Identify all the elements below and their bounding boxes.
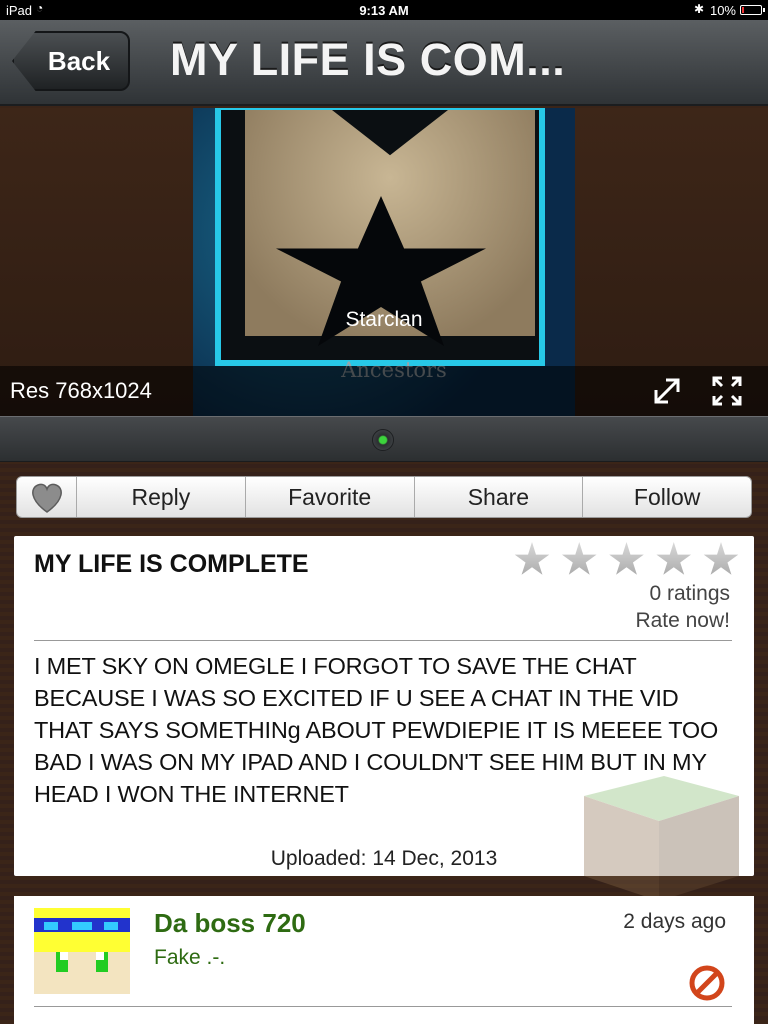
divider [34,640,732,641]
favorite-button[interactable]: Favorite [246,477,415,517]
comment-author[interactable]: Da boss 720 [154,908,306,939]
resolution-label: Res 768x1024 [10,378,152,403]
battery-percent: 10% [709,3,736,18]
nav-bar: Back MY LIFE IS COM... [0,20,768,106]
heart-icon [31,483,62,513]
follow-button[interactable]: Follow [583,477,751,517]
comment-timestamp: 2 days ago [623,910,726,933]
divider [34,1006,732,1007]
star-icon[interactable] [703,542,739,575]
image-info-bar: Res 768x1024 [0,366,768,416]
post-card: MY LIFE IS COMPLETE 0 ratings Rate now! … [14,536,754,901]
upload-date: Uploaded: 14 Dec, 2013 [270,847,498,870]
rate-now-link[interactable]: Rate now! [635,609,730,633]
status-bar: iPad ◔ 9:13 AM ✱ 10% [0,0,768,20]
pager-strip [0,416,768,462]
expand-icon[interactable] [650,374,684,408]
rating-stars[interactable] [514,542,739,582]
star-icon[interactable] [514,542,550,575]
grass-block-watermark [584,776,739,901]
post-title: MY LIFE IS COMPLETE [34,550,309,578]
like-button[interactable] [17,477,77,517]
comment-item: Da boss 720 Fake .-. 2 days ago [14,896,754,1024]
star-icon[interactable] [561,542,597,575]
page-title: MY LIFE IS COM... [170,34,566,85]
star-icon[interactable] [609,542,644,575]
action-bar: Reply Favorite Share Follow [16,476,752,518]
clock: 9:13 AM [359,3,409,18]
battery-icon [740,5,765,15]
reply-button[interactable]: Reply [77,477,246,517]
avatar[interactable] [34,908,130,994]
share-button[interactable]: Share [415,477,584,517]
star-icon[interactable] [656,542,692,575]
image-viewer[interactable]: Starclan Ancestors Res 768x1024 [0,108,768,416]
back-button[interactable]: Back [12,31,130,91]
artwork-caption: Starclan [345,308,423,331]
comment-text: Fake .-. [154,946,226,969]
report-icon[interactable] [688,964,726,1002]
page-indicator-dot[interactable] [372,429,394,451]
fullscreen-icon[interactable] [710,374,744,408]
ratings-count: 0 ratings [649,582,730,605]
bluetooth-icon: ✱ [693,2,704,16]
